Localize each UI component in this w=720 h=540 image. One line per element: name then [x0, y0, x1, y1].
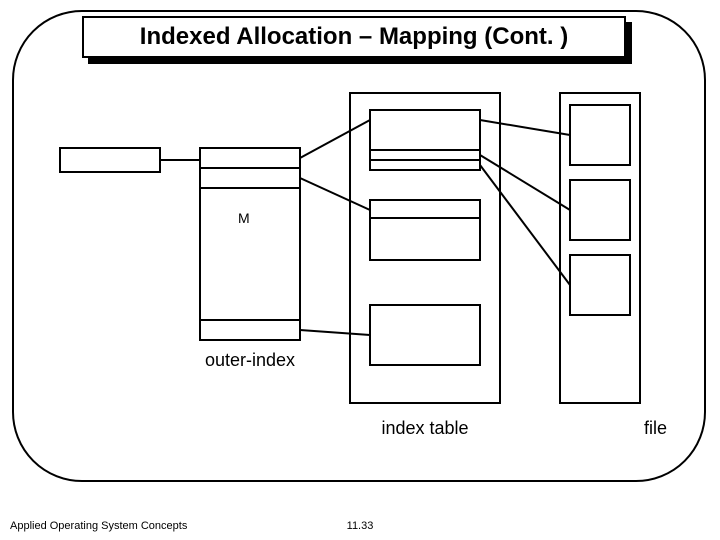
footer-text: Applied Operating System Concepts [10, 520, 187, 532]
entry-box [60, 148, 160, 172]
slide: Indexed Allocation – Mapping (Cont. ) [0, 0, 720, 540]
label-outer-index: outer-index [200, 350, 300, 371]
diagram-svg [0, 0, 720, 540]
outer-index-block [200, 148, 300, 340]
label-file: file [644, 418, 684, 439]
outer-index-symbol: M [238, 210, 250, 226]
index-table-inner-block [370, 305, 480, 365]
slide-number: 11.33 [347, 520, 374, 532]
file-block [570, 105, 630, 165]
label-index-table: index table [350, 418, 500, 439]
file-block [570, 180, 630, 240]
index-table-inner-block [370, 200, 480, 260]
file-block [570, 255, 630, 315]
